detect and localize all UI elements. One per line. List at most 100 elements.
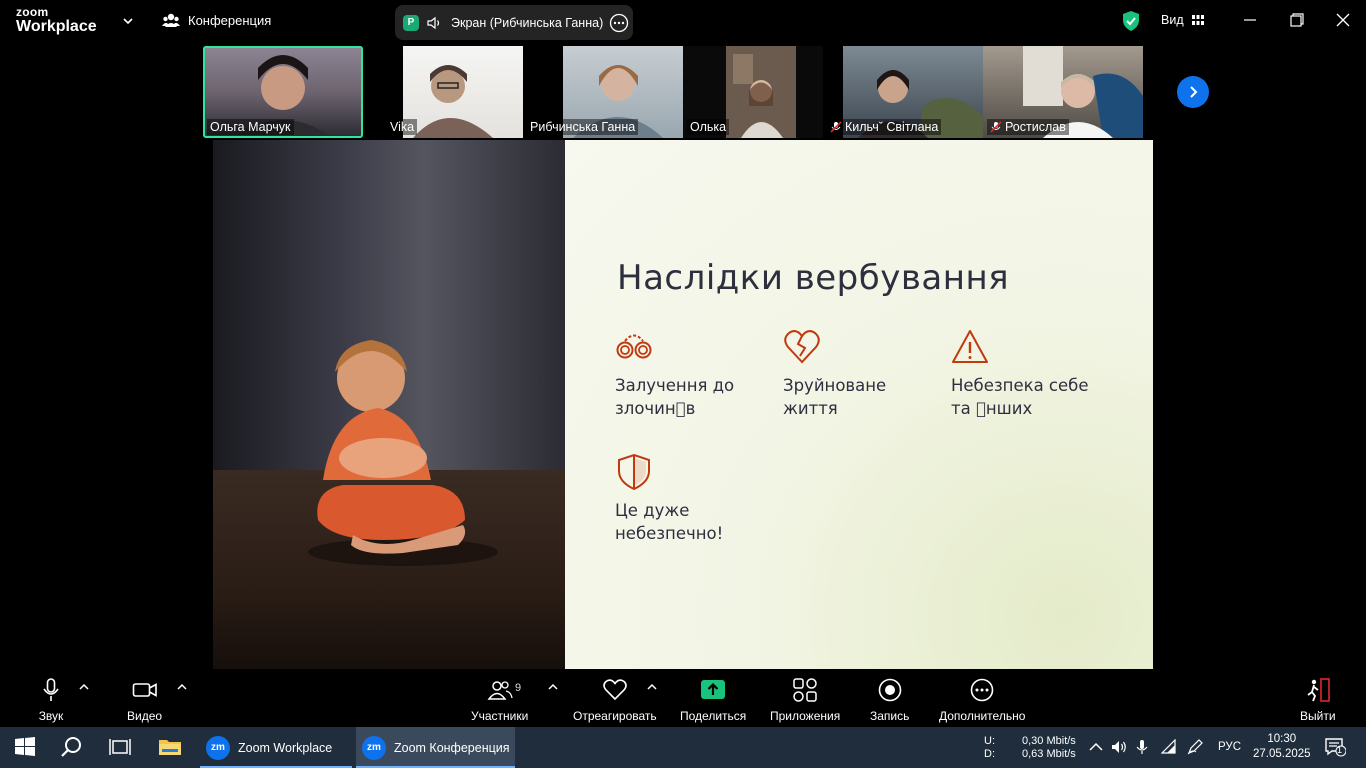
more-dots-icon [970, 678, 994, 702]
record-label: Запись [870, 709, 910, 723]
participant-tile[interactable]: Ольга Марчук [203, 46, 363, 138]
video-options-caret-icon[interactable] [177, 683, 187, 691]
logo-line2: Workplace [16, 18, 97, 35]
participant-name: Ольга Марчук [207, 119, 294, 135]
presenter-badge: P [403, 14, 419, 31]
audio-label: Звук [38, 709, 64, 723]
more-label: Дополнительно [939, 709, 1026, 723]
participant-name: Vika [387, 119, 418, 135]
participant-name: Рибчинська Ганна [527, 119, 639, 135]
leave-button[interactable]: Выйти [1300, 677, 1336, 723]
taskbar-clock[interactable]: 10:30 27.05.2025 [1253, 732, 1311, 762]
file-explorer-icon[interactable] [158, 735, 182, 759]
audio-button[interactable]: Звук [38, 677, 64, 723]
consequence-text: Залучення до злочин в [615, 376, 735, 418]
consequence-text: Зруйноване життя [783, 376, 887, 418]
participant-tile[interactable]: Олька [683, 46, 843, 138]
chevron-down-icon[interactable] [122, 14, 134, 28]
task-view-icon[interactable] [108, 735, 132, 759]
zoom-workplace-logo[interactable]: zoom Workplace [16, 6, 97, 35]
next-page-button[interactable] [1177, 76, 1209, 108]
participant-tile[interactable]: Ростислав [983, 46, 1143, 138]
chevron-right-icon [1190, 86, 1198, 98]
search-icon[interactable] [60, 735, 84, 759]
network-speed-meter: U: 0,30 Mbit/s D: 0,63 Mbit/s [984, 735, 1076, 761]
participant-tile[interactable]: Рибчинська Ганна [523, 46, 683, 138]
react-label: Отреагировать [573, 709, 657, 723]
handcuffs-icon [616, 334, 652, 359]
taskbar-app1-label: Zoom Workplace [238, 740, 333, 755]
broken-heart-icon [784, 330, 820, 364]
zoom-title-bar: zoom Workplace Конференция P Экран (Рибч… [0, 0, 1366, 44]
mic-muted-icon [990, 121, 1002, 133]
clock-date: 27.05.2025 [1253, 748, 1311, 760]
meeting-label: Конференция [188, 12, 272, 28]
react-button[interactable]: Отреагировать [573, 677, 657, 723]
video-label: Видео [127, 709, 163, 723]
screen-share-indicator[interactable]: P Экран (Рибчинська Ганна) [395, 5, 633, 40]
meeting-info-button[interactable]: Конференция [162, 12, 271, 28]
notification-icon [1325, 738, 1347, 757]
consequence-item: Залучення до злочин в [615, 328, 785, 420]
download-speed: 0,63 Mbit/s [1022, 748, 1076, 760]
share-screen-icon [701, 680, 726, 699]
record-button[interactable]: Запись [870, 677, 909, 723]
participants-icon [487, 681, 513, 700]
participants-group-icon [162, 13, 180, 27]
slide-content: Наслідки вербування Залучення до злочин … [565, 140, 1153, 669]
consequence-item: Небезпека себе та  нших [951, 328, 1121, 420]
speaker-icon[interactable] [427, 16, 443, 30]
volume-icon[interactable] [1111, 739, 1127, 755]
logo-line1: zoom [16, 5, 49, 19]
taskbar-zoom-workplace[interactable]: zm Zoom Workplace [200, 727, 352, 768]
heart-icon [603, 679, 627, 701]
meeting-controls: Звук Видео Участники 9 Отреагировать Под… [0, 669, 1366, 727]
consequence-item: Це дуже небезпечно! [615, 453, 785, 545]
tray-chevron-up-icon[interactable] [1088, 739, 1104, 755]
participant-name: Олька [687, 119, 730, 135]
taskbar-app2-label: Zoom Конференция [394, 740, 510, 755]
zoom-app-icon: zm [362, 735, 386, 760]
notification-count: 1 [1337, 745, 1343, 755]
participant-tile[interactable]: Кильчˇ Світлана [823, 46, 983, 138]
share-screen-button[interactable]: Поделиться [680, 677, 746, 723]
taskbar-zoom-meeting[interactable]: zm Zoom Конференция [356, 727, 515, 768]
leave-label: Выйти [1300, 709, 1336, 723]
share-label: Поделиться [680, 709, 747, 723]
minimize-icon[interactable] [1242, 12, 1258, 28]
screen-share-label: Экран (Рибчинська Ганна) [451, 15, 604, 30]
encryption-shield-icon[interactable] [1122, 10, 1140, 32]
slide-title: Наслідки вербування [617, 258, 1010, 298]
react-options-caret-icon[interactable] [647, 683, 657, 691]
more-button[interactable]: Дополнительно [939, 677, 1025, 723]
notification-center-button[interactable]: 1 [1324, 737, 1347, 757]
close-icon[interactable] [1335, 12, 1351, 28]
consequence-text: Це дуже небезпечно! [615, 501, 724, 543]
leave-door-icon [1307, 678, 1330, 702]
audio-options-caret-icon[interactable] [79, 683, 89, 691]
wifi-icon[interactable] [1161, 739, 1177, 755]
participants-label: Участники [471, 709, 529, 723]
restore-icon[interactable] [1289, 12, 1305, 28]
microphone-tray-icon[interactable] [1134, 739, 1150, 755]
participant-strip: Ольга Марчук Vika Рибчинська Ганна Олька [203, 46, 1143, 138]
video-button[interactable]: Видео [127, 677, 162, 723]
slide-photo [213, 140, 565, 669]
windows-taskbar: zm Zoom Workplace zm Zoom Конференция U:… [0, 727, 1366, 768]
more-options-icon[interactable] [609, 13, 629, 33]
record-icon [878, 678, 901, 702]
participant-name: Ростислав [987, 119, 1069, 135]
apps-button[interactable]: Приложения [770, 677, 840, 723]
upload-speed: 0,30 Mbit/s [1022, 735, 1076, 747]
consequence-text: Небезпека себе та  нших [951, 376, 1089, 418]
participants-options-caret-icon[interactable] [548, 683, 558, 691]
shield-icon [618, 453, 650, 491]
participant-tile[interactable]: Vika [383, 46, 543, 138]
participants-count: 9 [515, 682, 522, 694]
pen-icon[interactable] [1187, 739, 1203, 755]
view-label: Вид [1161, 13, 1184, 27]
view-button[interactable]: Вид [1161, 13, 1204, 27]
video-camera-icon [132, 683, 157, 697]
input-language[interactable]: РУС [1218, 741, 1241, 753]
windows-start-icon[interactable] [13, 735, 37, 759]
